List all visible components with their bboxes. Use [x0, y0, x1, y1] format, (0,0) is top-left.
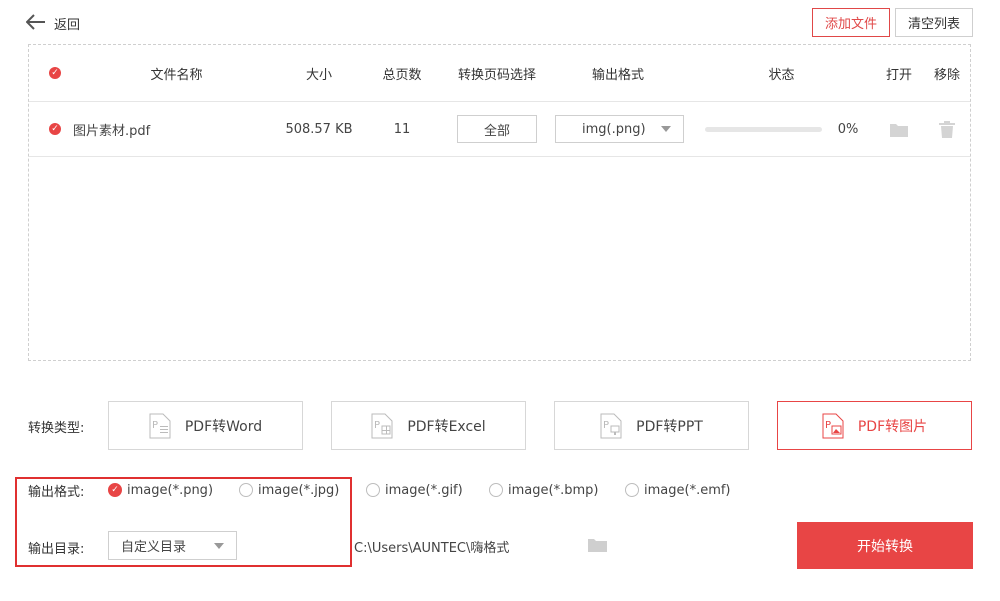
- conversion-type-label: 转换类型:: [28, 421, 85, 436]
- start-convert-button[interactable]: 开始转换: [797, 522, 973, 569]
- header-page-range: 转换页码选择: [457, 67, 536, 83]
- page-count: 11: [393, 121, 411, 137]
- pdf-excel-icon: P: [371, 413, 393, 439]
- radio-icon: [625, 483, 639, 497]
- pdf-to-excel-button[interactable]: P PDF转Excel: [331, 401, 526, 450]
- back-arrow-icon: [25, 13, 46, 33]
- file-name: 图片素材.pdf: [73, 123, 151, 139]
- format-option-bmp[interactable]: image(*.bmp): [489, 480, 598, 500]
- back-label: 返回: [54, 17, 81, 33]
- svg-text:P: P: [374, 420, 380, 431]
- open-folder-icon[interactable]: [887, 102, 911, 156]
- radio-icon: [366, 483, 380, 497]
- svg-text:P: P: [825, 420, 831, 431]
- format-option-emf[interactable]: image(*.emf): [625, 480, 731, 500]
- table-row: ✓ 图片素材.pdf 508.57 KB 11 全部 img(.png) 0%: [29, 102, 970, 157]
- format-option-label: image(*.emf): [644, 482, 731, 498]
- select-all-checkbox[interactable]: ✓: [47, 45, 63, 101]
- pdf-to-ppt-button[interactable]: P PDF转PPT: [554, 401, 749, 450]
- format-option-gif[interactable]: image(*.gif): [366, 480, 463, 500]
- header-pages: 总页数: [382, 67, 422, 83]
- header-remove: 移除: [933, 67, 960, 83]
- check-icon: ✓: [49, 67, 61, 79]
- header-open: 打开: [885, 67, 912, 83]
- page-range-button[interactable]: 全部: [457, 115, 537, 143]
- pdf-to-image-label: PDF转图片: [857, 418, 928, 435]
- svg-text:P: P: [603, 420, 609, 431]
- highlight-frame: [15, 477, 352, 567]
- radio-icon: [489, 483, 503, 497]
- clear-list-button[interactable]: 清空列表: [895, 8, 973, 37]
- browse-folder-icon[interactable]: [588, 537, 607, 556]
- pdf-to-ppt-label: PDF转PPT: [636, 418, 703, 435]
- add-file-button[interactable]: 添加文件: [812, 8, 890, 37]
- progress-label: 0%: [837, 121, 859, 137]
- table-header: ✓ 文件名称 大小 总页数 转换页码选择 输出格式 状态 打开 移除: [29, 45, 970, 102]
- output-dir-path: C:\Users\AUNTEC\嗨格式: [354, 541, 510, 556]
- format-value: img(.png): [582, 121, 646, 137]
- pdf-word-icon: P: [149, 413, 171, 439]
- format-option-label: image(*.bmp): [508, 482, 599, 498]
- pdf-to-excel-label: PDF转Excel: [407, 418, 486, 435]
- svg-text:P: P: [152, 420, 158, 431]
- pdf-to-image-button[interactable]: P PDF转图片: [777, 401, 972, 450]
- trash-icon[interactable]: [935, 102, 959, 156]
- file-table: ✓ 文件名称 大小 总页数 转换页码选择 输出格式 状态 打开 移除 ✓ 图片素…: [28, 44, 971, 361]
- header-output-format: 输出格式: [591, 67, 644, 83]
- pdf-to-word-button[interactable]: P PDF转Word: [108, 401, 303, 450]
- header-size: 大小: [305, 67, 332, 83]
- chevron-down-icon: [661, 126, 671, 132]
- pdf-to-word-label: PDF转Word: [184, 418, 263, 435]
- row-checkbox[interactable]: ✓: [47, 102, 63, 156]
- header-status: 状态: [768, 67, 795, 83]
- pdf-ppt-icon: P: [600, 413, 622, 439]
- file-size: 508.57 KB: [285, 121, 353, 137]
- format-dropdown[interactable]: img(.png): [555, 115, 684, 143]
- back-button[interactable]: 返回: [25, 12, 81, 34]
- check-icon: ✓: [49, 123, 61, 135]
- header-file-name: 文件名称: [150, 67, 203, 83]
- pdf-image-icon: P: [822, 413, 844, 439]
- progress-bar: [705, 126, 822, 132]
- format-option-label: image(*.gif): [385, 482, 463, 498]
